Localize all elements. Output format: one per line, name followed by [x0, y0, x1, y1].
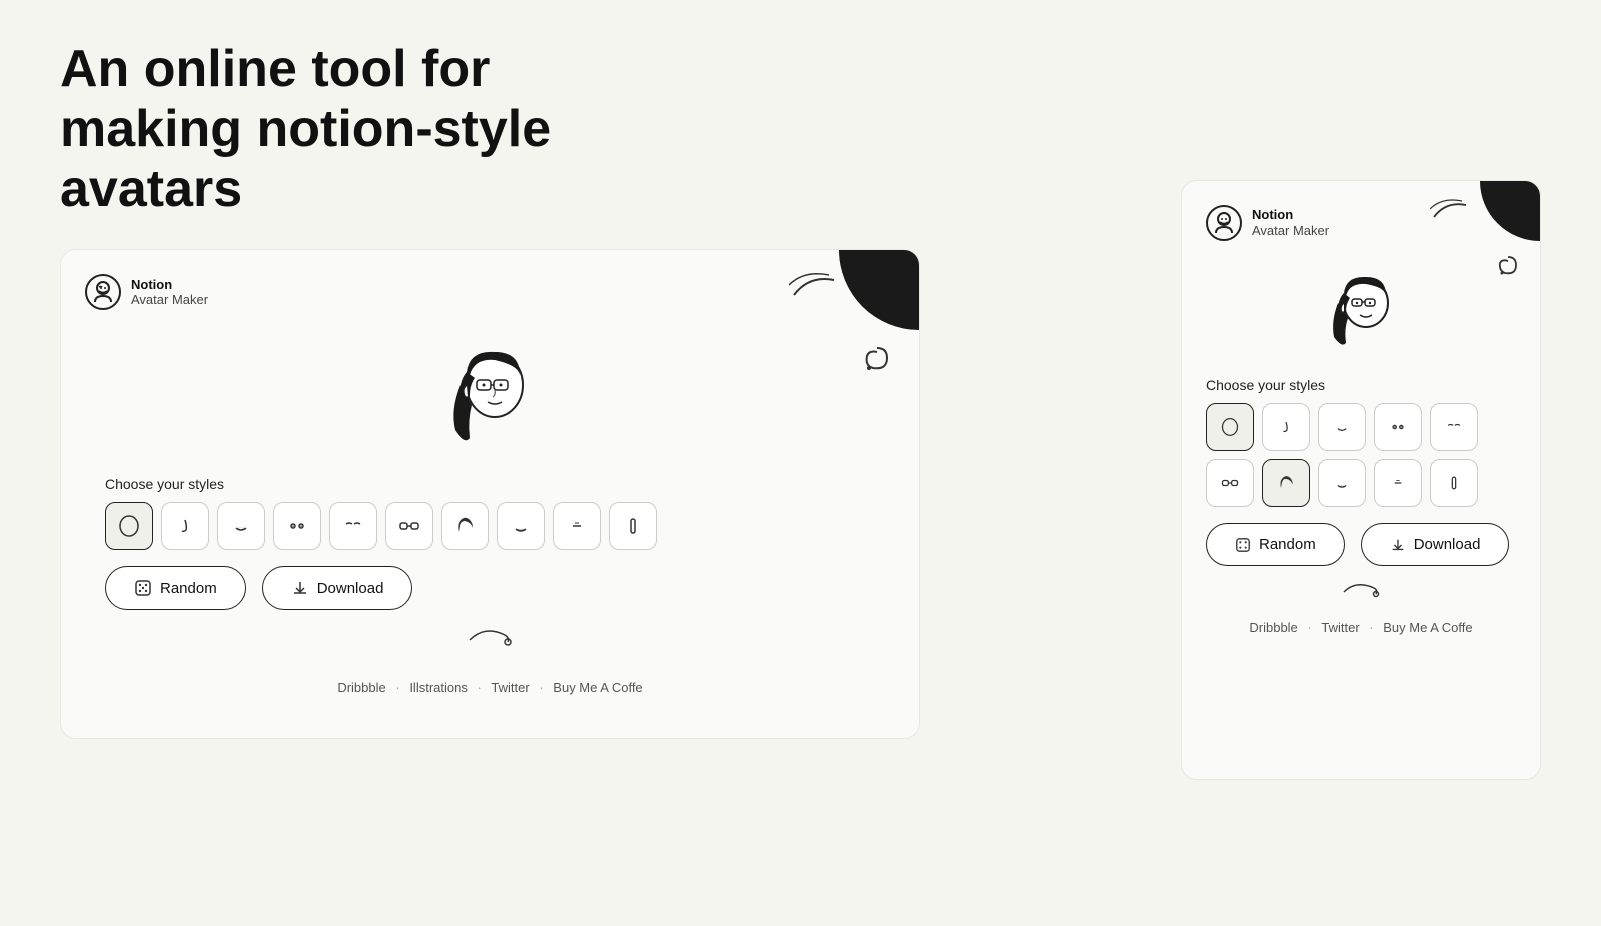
footer-illustrations-large[interactable]: Illstrations	[409, 680, 468, 695]
style-btn-hair-small[interactable]	[1262, 459, 1310, 507]
style-btn-nose[interactable]	[161, 502, 209, 550]
action-buttons-large: Random Download	[85, 550, 895, 610]
style-btn-eyebrows[interactable]	[329, 502, 377, 550]
footer-links-large: Dribbble · Illstrations · Twitter · Buy …	[85, 660, 895, 705]
logo-text-small: Notion Avatar Maker	[1252, 207, 1329, 238]
style-btn-detail-small[interactable]	[1374, 459, 1422, 507]
page-wrapper: An online tool for making notion-style a…	[60, 40, 1541, 780]
style-btn-glasses[interactable]	[385, 502, 433, 550]
card-large: Notion Avatar Maker	[60, 249, 920, 739]
avatar-svg-large	[430, 330, 550, 450]
footer-twitter-small[interactable]: Twitter	[1321, 620, 1359, 635]
card-header-large: Notion Avatar Maker	[85, 274, 895, 310]
cursor-deco-large	[85, 610, 895, 660]
style-icons-row-large	[85, 502, 895, 550]
style-icons-grid-small	[1206, 403, 1516, 507]
avatar-svg-small	[1316, 261, 1406, 351]
card-small: Notion Avatar Maker	[1181, 180, 1541, 780]
random-button-small[interactable]: Random	[1206, 523, 1345, 566]
style-btn-face-small[interactable]	[1206, 403, 1254, 451]
style-btn-detail[interactable]	[553, 502, 601, 550]
style-btn-face[interactable]	[105, 502, 153, 550]
style-icons-row1-small	[1206, 403, 1516, 451]
style-icons-row2-small	[1206, 459, 1516, 507]
logo-icon-small	[1206, 205, 1242, 241]
style-btn-accessory-small[interactable]	[1318, 459, 1366, 507]
logo-icon-large	[85, 274, 121, 310]
styles-label-large: Choose your styles	[85, 476, 895, 492]
right-section: Notion Avatar Maker	[1181, 40, 1541, 780]
action-buttons-small: Random Download	[1206, 507, 1516, 566]
random-icon-small	[1235, 537, 1251, 553]
random-icon-large	[134, 579, 152, 597]
style-btn-eyes-small[interactable]	[1374, 403, 1422, 451]
deco-lines-icon	[789, 270, 839, 305]
style-btn-eyes[interactable]	[273, 502, 321, 550]
deco-swirl-right	[1494, 251, 1522, 286]
styles-label-small: Choose your styles	[1206, 377, 1516, 393]
hero-title: An online tool for making notion-style a…	[60, 40, 660, 219]
random-button-large[interactable]: Random	[105, 566, 246, 610]
avatar-area-large	[85, 310, 895, 460]
download-icon-small	[1390, 537, 1406, 553]
footer-coffee-small[interactable]: Buy Me A Coffe	[1383, 620, 1472, 635]
footer-links-small: Dribbble · Twitter · Buy Me A Coffe	[1206, 610, 1516, 645]
left-section: An online tool for making notion-style a…	[60, 40, 1141, 739]
style-btn-extra[interactable]	[609, 502, 657, 550]
style-btn-eyebrows-small[interactable]	[1430, 403, 1478, 451]
deco-lines-right	[1430, 197, 1470, 227]
style-btn-hair[interactable]	[441, 502, 489, 550]
footer-dribbble-small[interactable]: Dribbble	[1249, 620, 1297, 635]
deco-swirl-large	[859, 340, 895, 384]
download-icon-large	[291, 579, 309, 597]
style-btn-mouth-small[interactable]	[1318, 403, 1366, 451]
footer-twitter-large[interactable]: Twitter	[491, 680, 529, 695]
cursor-deco-small	[1206, 566, 1516, 610]
style-btn-nose-small[interactable]	[1262, 403, 1310, 451]
style-btn-accessory[interactable]	[497, 502, 545, 550]
footer-coffee-large[interactable]: Buy Me A Coffe	[553, 680, 642, 695]
download-button-small[interactable]: Download	[1361, 523, 1510, 566]
style-btn-mouth[interactable]	[217, 502, 265, 550]
style-btn-extra-small[interactable]	[1430, 459, 1478, 507]
download-button-large[interactable]: Download	[262, 566, 413, 610]
style-btn-glasses-small[interactable]	[1206, 459, 1254, 507]
footer-dribbble-large[interactable]: Dribbble	[337, 680, 385, 695]
logo-text-large: Notion Avatar Maker	[131, 277, 208, 308]
avatar-area-small	[1206, 241, 1516, 361]
